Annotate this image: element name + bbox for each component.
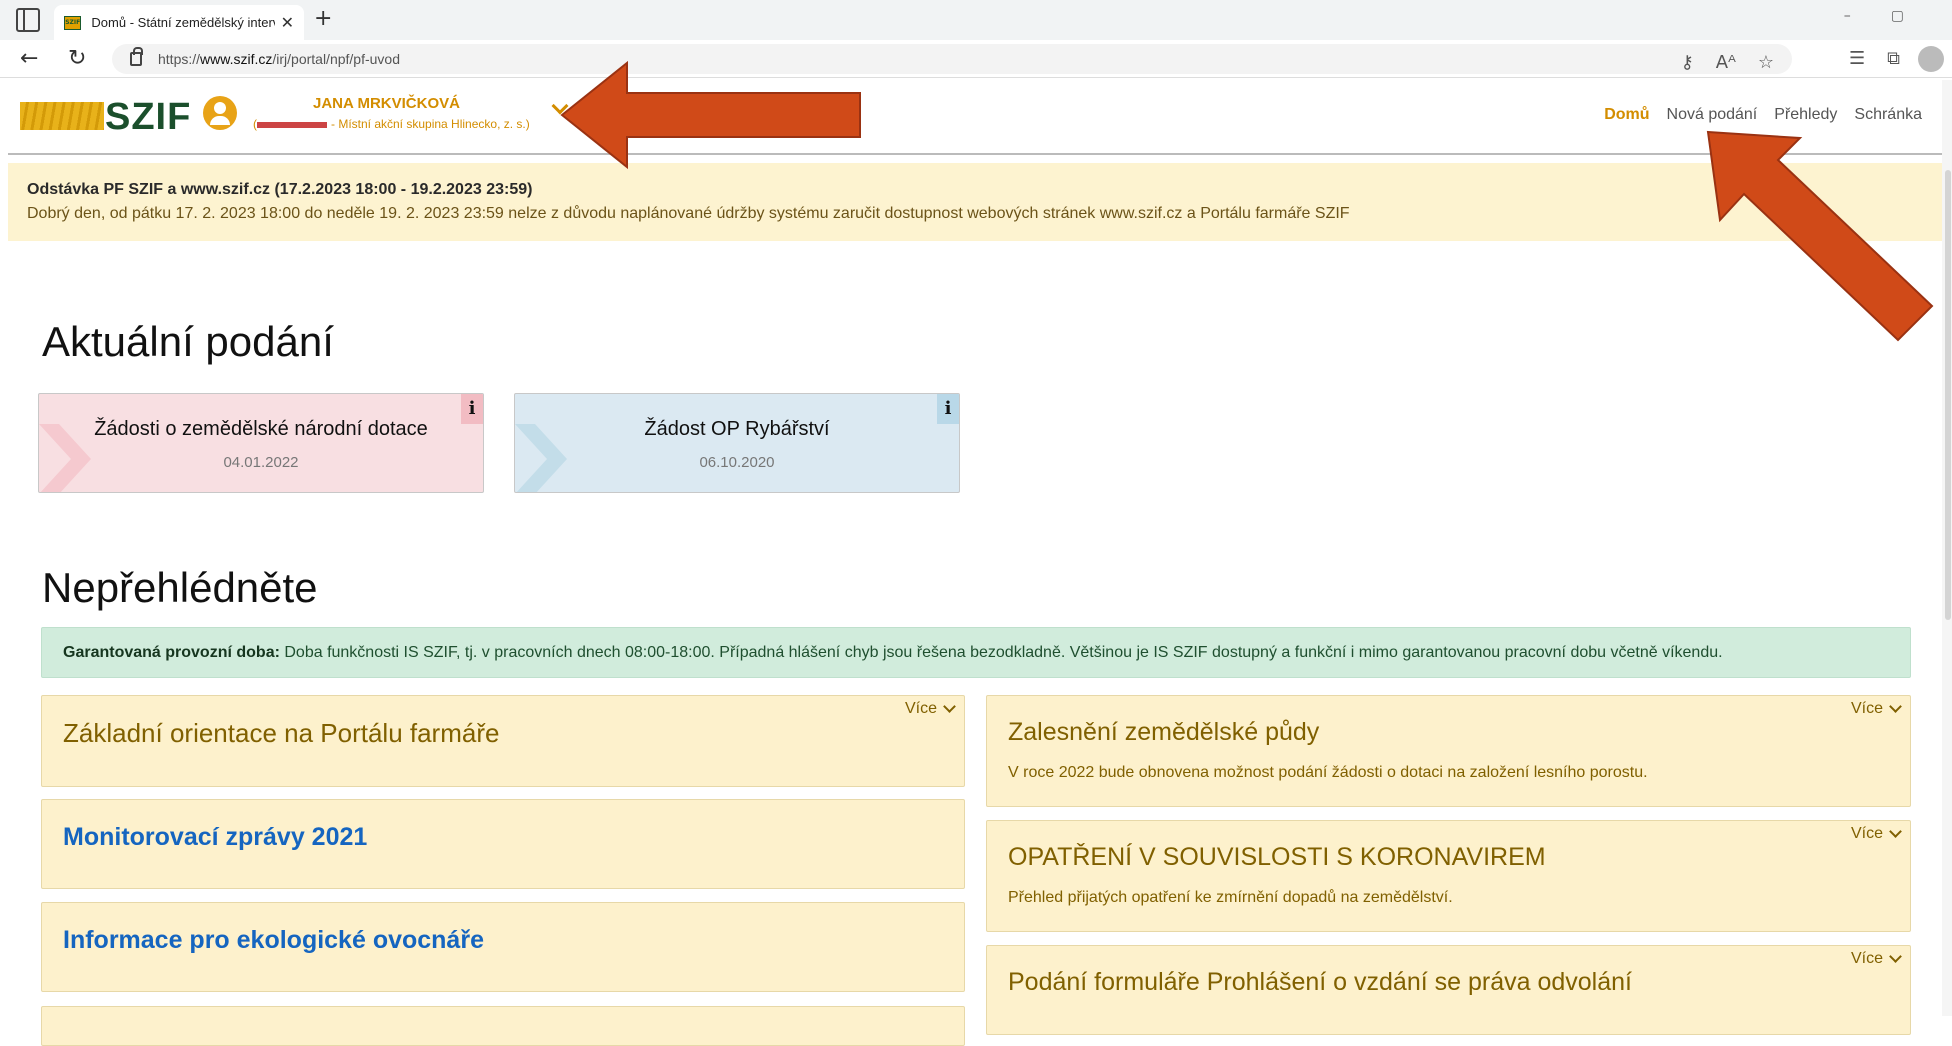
tab-actions-icon[interactable] <box>16 8 40 32</box>
favorite-add-icon[interactable]: ☆ <box>1758 52 1774 73</box>
key-icon[interactable]: ⚷ <box>1681 52 1694 73</box>
chevron-down-icon <box>1889 825 1902 838</box>
notice-body: Dobrý den, od pátku 17. 2. 2023 18:00 do… <box>27 205 1350 222</box>
panel-title: OPATŘENÍ V SOUVISLOSTI S KORONAVIREM <box>1008 843 1546 871</box>
panel-title: Základní orientace na Portálu farmáře <box>63 718 500 748</box>
site-header: SZIF JANA MRKVIČKOVÁ (- Místní akční sku… <box>8 78 1952 155</box>
collections-icon[interactable]: ⧉ <box>1887 48 1900 69</box>
user-organization: (- Místní akční skupina Hlinecko, z. s.) <box>253 117 530 131</box>
outage-notice: Odstávka PF SZIF a www.szif.cz (17.2.202… <box>8 163 1952 241</box>
panel-title-link[interactable]: Monitorovací zprávy 2021 <box>63 823 367 852</box>
page-scrollbar[interactable] <box>1942 80 1952 1016</box>
card-title: Žádost OP Rybářství <box>644 418 830 440</box>
more-toggle[interactable]: Více <box>1851 700 1902 718</box>
panel-title: Zalesnění zemědělské půdy <box>1008 718 1320 746</box>
reload-icon[interactable]: ↻ <box>68 46 86 71</box>
lock-icon[interactable] <box>130 47 143 66</box>
card-date: 06.10.2020 <box>699 454 775 471</box>
nav-item-inbox[interactable]: Schránka <box>1854 106 1922 124</box>
tab-close-icon[interactable]: ✕ <box>281 13 294 32</box>
notice-title: Odstávka PF SZIF a www.szif.cz (17.2.202… <box>27 181 533 198</box>
szif-logo-icon[interactable] <box>20 102 104 130</box>
info-icon[interactable]: i <box>937 394 959 424</box>
url-field[interactable]: https://www.szif.cz/irj/portal/npf/pf-uv… <box>112 44 1792 74</box>
panel-description: V roce 2022 bude obnovena možnost podání… <box>1008 764 1648 781</box>
panel-afforestation[interactable]: Více Zalesnění zemědělské půdy V roce 20… <box>986 695 1911 807</box>
panel-coronavirus[interactable]: Více OPATŘENÍ V SOUVISLOSTI S KORONAVIRE… <box>986 820 1911 932</box>
chevron-down-icon <box>1889 700 1902 713</box>
card-national-subsidies[interactable]: Žádosti o zemědělské národní dotace 04.0… <box>38 393 484 493</box>
address-bar: ← ↻ https://www.szif.cz/irj/portal/npf/p… <box>0 40 1952 78</box>
main-nav: Domů Nová podání Přehledy Schránka <box>1604 106 1922 124</box>
nav-item-overviews[interactable]: Přehledy <box>1774 106 1837 124</box>
browser-tab[interactable]: SZIF Domů - Státní zemědělský interv ✕ <box>54 5 304 40</box>
panel-title-link[interactable]: Informace pro ekologické ovocnáře <box>63 926 484 955</box>
panel-description: Přehled přijatých opatření ke zmírnění d… <box>1008 889 1453 906</box>
back-arrow-icon[interactable]: ← <box>20 46 38 71</box>
panel-portal-orientation[interactable]: Více Základní orientace na Portálu farmá… <box>41 695 965 787</box>
profile-avatar[interactable] <box>1918 46 1944 72</box>
panel-partial[interactable] <box>41 1006 965 1046</box>
scrollbar-thumb[interactable] <box>1945 170 1951 620</box>
guaranteed-hours-banner: Garantovaná provozní doba: Doba funkčnos… <box>41 627 1911 678</box>
info-icon[interactable]: i <box>461 394 483 424</box>
tab-title: Domů - Státní zemědělský interv <box>91 15 275 30</box>
panel-monitoring-reports[interactable]: Monitorovací zprávy 2021 <box>41 799 965 889</box>
szif-favicon-icon: SZIF <box>64 15 82 30</box>
window-controls[interactable]: –▢ <box>1844 8 1944 24</box>
chevron-down-icon <box>943 700 956 713</box>
card-title: Žádosti o zemědělské národní dotace <box>94 418 428 440</box>
more-toggle[interactable]: Více <box>905 700 956 718</box>
annotation-arrow-left <box>560 60 861 170</box>
chevron-down-icon <box>1889 950 1902 963</box>
read-aloud-icon[interactable]: Aᴬ <box>1716 52 1736 73</box>
card-date: 04.01.2022 <box>223 454 299 471</box>
nav-item-home[interactable]: Domů <box>1604 106 1649 124</box>
url-text: https://www.szif.cz/irj/portal/npf/pf-uv… <box>158 51 400 67</box>
panel-organic-fruit[interactable]: Informace pro ekologické ovocnáře <box>41 902 965 992</box>
nav-item-new-submissions[interactable]: Nová podání <box>1667 106 1758 124</box>
more-toggle[interactable]: Více <box>1851 825 1902 843</box>
panel-waiver-form[interactable]: Více Podání formuláře Prohlášení o vzdán… <box>986 945 1911 1035</box>
szif-logo-text[interactable]: SZIF <box>105 96 191 139</box>
user-icon[interactable] <box>203 96 237 130</box>
dont-miss-heading: Nepřehlédněte <box>42 564 318 611</box>
favorites-icon[interactable]: ☰ <box>1849 48 1865 69</box>
card-op-fisheries[interactable]: Žádost OP Rybářství 06.10.2020 i <box>514 393 960 493</box>
panel-title: Podání formuláře Prohlášení o vzdání se … <box>1008 968 1632 996</box>
browser-tab-bar: SZIF Domů - Státní zemědělský interv ✕ +… <box>0 0 1952 40</box>
new-tab-icon[interactable]: + <box>314 6 332 31</box>
more-toggle[interactable]: Více <box>1851 950 1902 968</box>
user-name[interactable]: JANA MRKVIČKOVÁ <box>313 95 460 112</box>
annotation-arrow-diagonal <box>1706 130 1934 342</box>
current-submissions-heading: Aktuální podání <box>42 318 334 365</box>
redacted-id <box>257 121 327 128</box>
